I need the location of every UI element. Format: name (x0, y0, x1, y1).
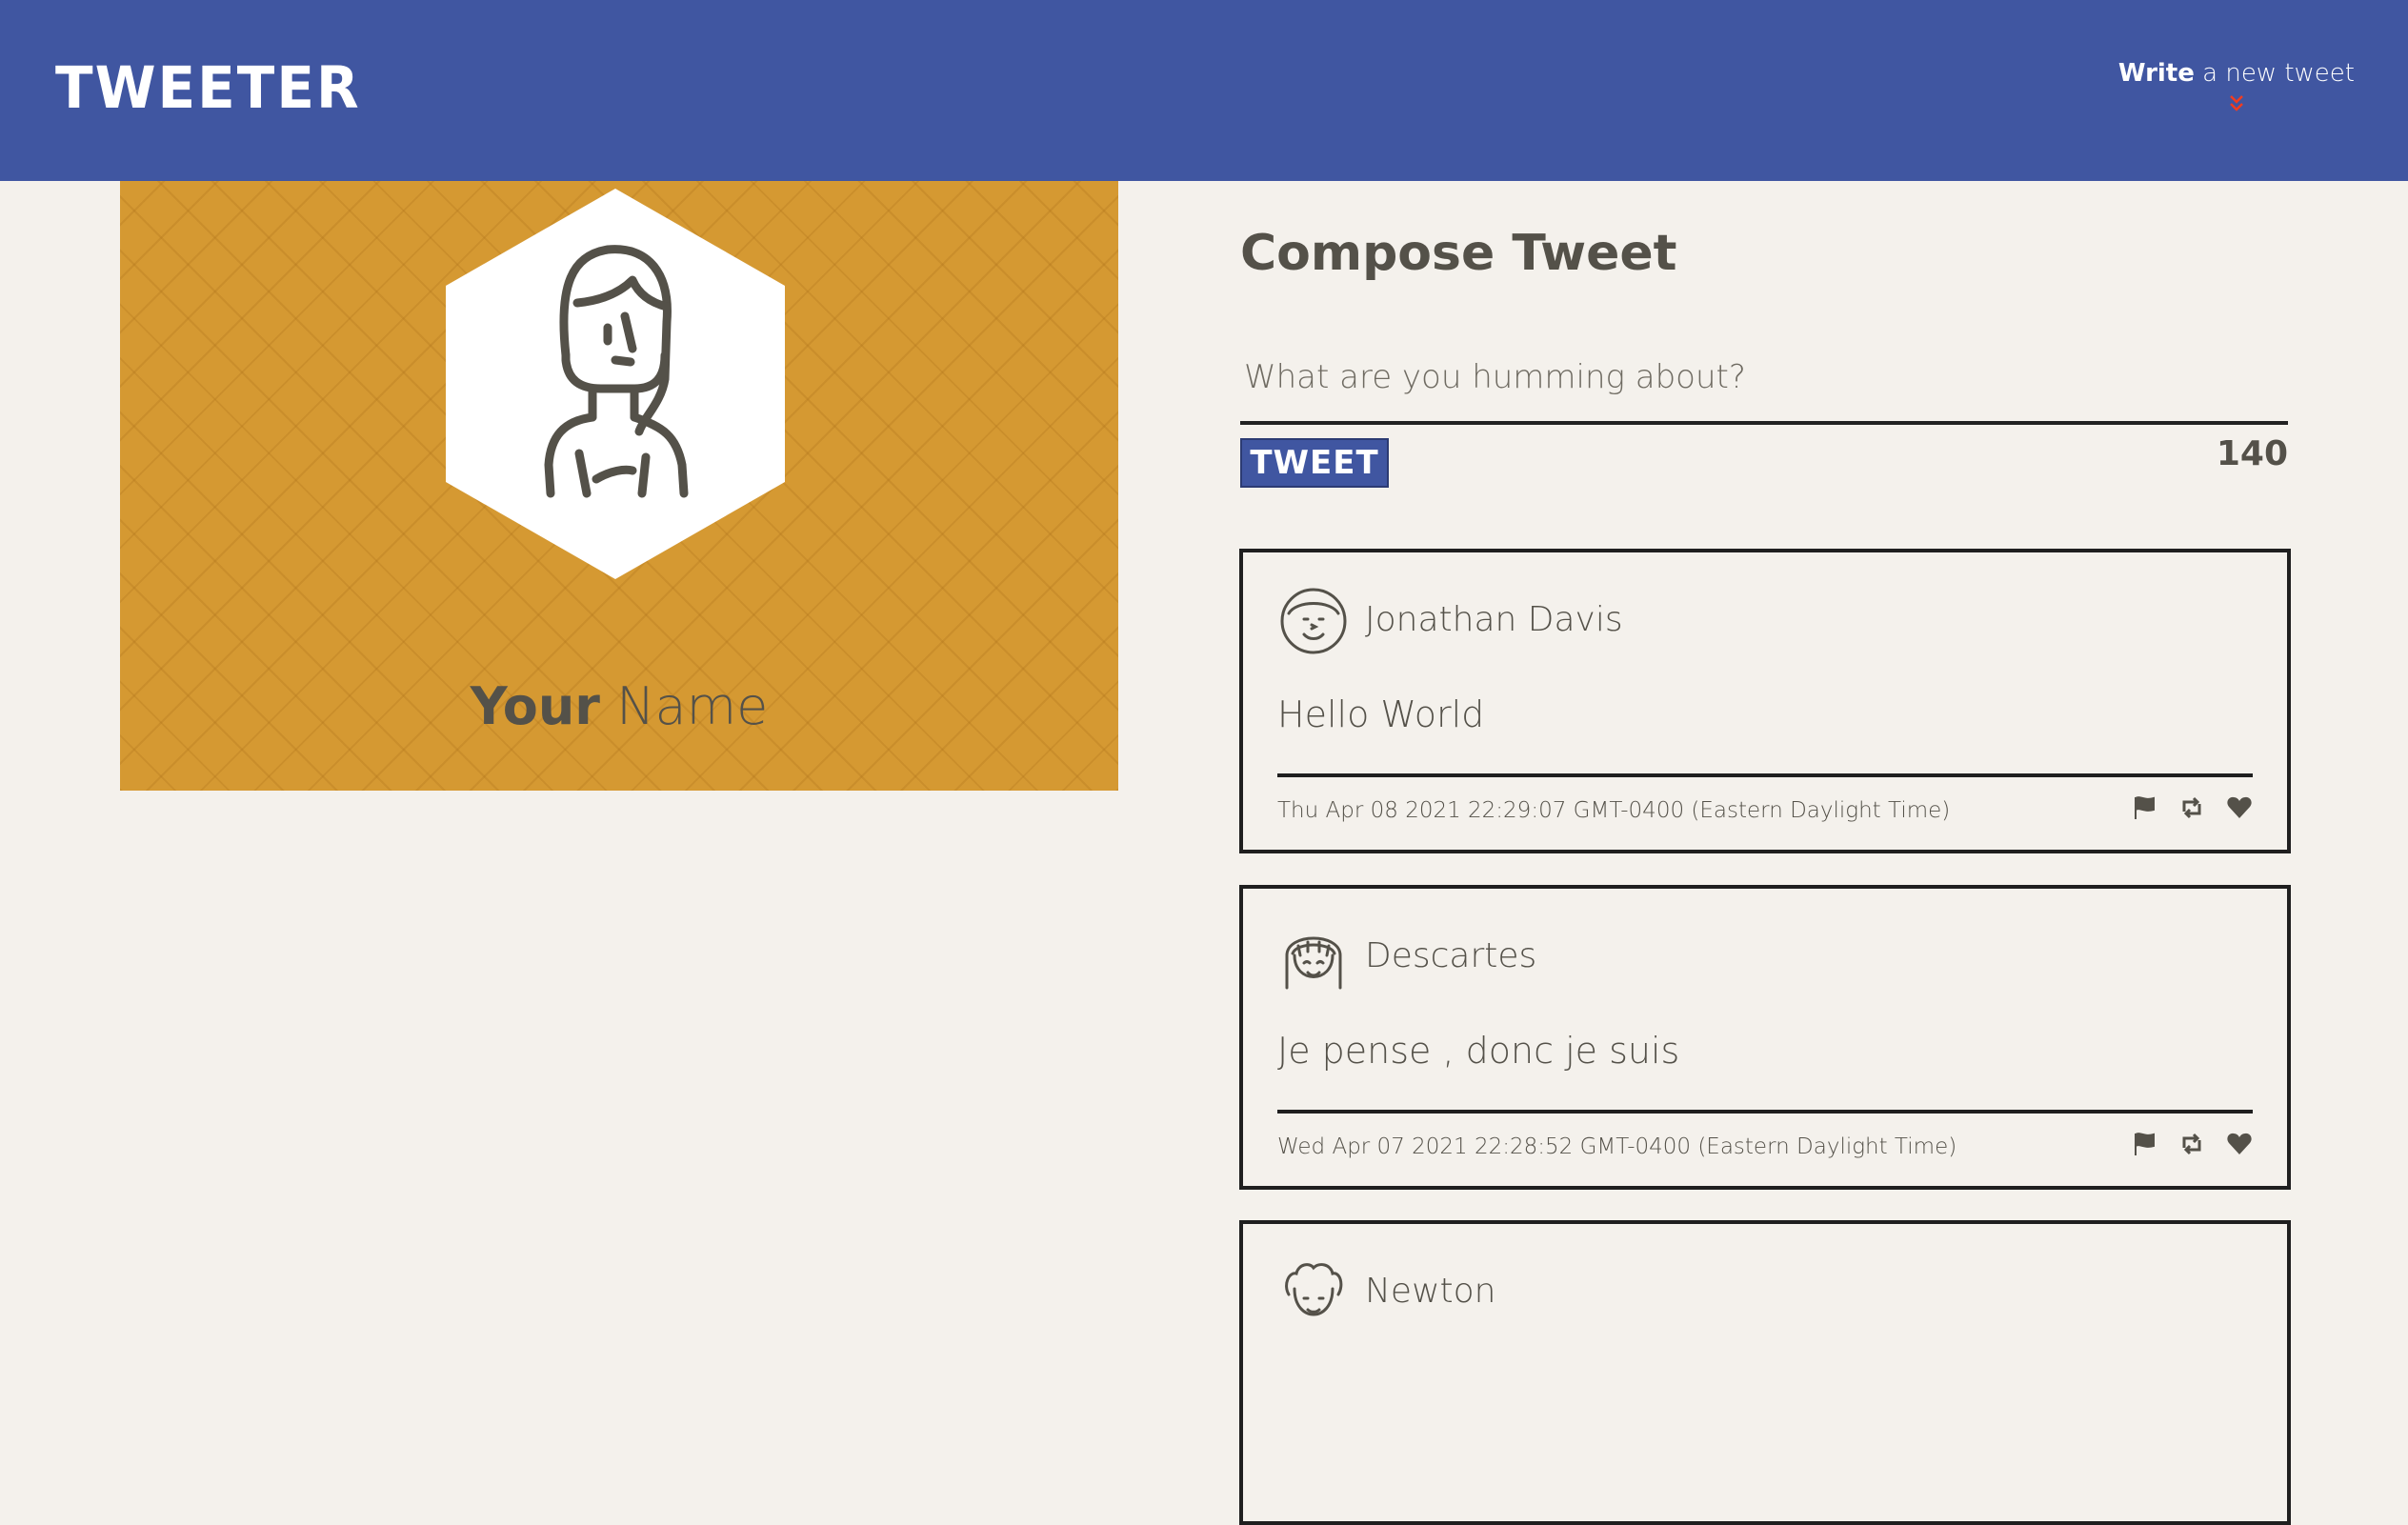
heart-icon[interactable] (2226, 1131, 2253, 1157)
retweet-icon[interactable] (2178, 1131, 2205, 1157)
flag-icon[interactable] (2131, 1131, 2157, 1157)
tweet-input[interactable] (1240, 333, 2288, 425)
tweet-divider (1277, 773, 2253, 777)
heart-icon[interactable] (2226, 794, 2253, 821)
curly-hair-avatar-icon (1277, 1256, 1350, 1329)
top-nav: TWEETER Write a new tweet (0, 0, 2408, 181)
tweet-divider (1277, 1110, 2253, 1114)
tweet-date: Wed Apr 07 2021 22:28:52 GMT-0400 (Easte… (1277, 1134, 1957, 1159)
char-counter: 140 (2216, 434, 2288, 473)
double-chevron-down-icon[interactable] (2228, 93, 2245, 114)
girl-bangs-avatar-icon (1277, 921, 1350, 993)
profile-name: Your Name (120, 676, 1118, 736)
brand-logo[interactable]: TWEETER (55, 53, 361, 121)
tweet-submit-button[interactable]: TWEET (1240, 438, 1389, 488)
retweet-icon[interactable] (2178, 794, 2205, 821)
girl-avatar-icon (444, 189, 787, 579)
profile-card: Your Name (120, 181, 1118, 791)
tweet-card: Newton (1239, 1220, 2291, 1525)
profile-first-name: Your (470, 676, 600, 736)
write-new-tweet-button[interactable]: Write a new tweet (2117, 59, 2355, 111)
write-label-bold: Write (2117, 59, 2195, 88)
tweet-author: Jonathan Davis (1365, 600, 1623, 639)
tweet-author: Descartes (1365, 936, 1537, 975)
tweet-card: Descartes Je pense , donc je suis Wed Ap… (1239, 885, 2291, 1190)
tweet-card: Jonathan Davis Hello World Thu Apr 08 20… (1239, 549, 2291, 853)
flag-icon[interactable] (2131, 794, 2157, 821)
tweet-actions (2131, 1131, 2253, 1157)
compose-title: Compose Tweet (1240, 225, 1677, 282)
tweet-content: Hello World (1277, 693, 1485, 735)
smiling-man-avatar-icon (1277, 585, 1350, 657)
profile-last-name: Name (599, 676, 769, 736)
tweet-content: Je pense , donc je suis (1277, 1030, 1680, 1072)
tweet-actions (2131, 794, 2253, 821)
tweet-author: Newton (1365, 1272, 1496, 1311)
tweet-date: Thu Apr 08 2021 22:29:07 GMT-0400 (Easte… (1277, 798, 1951, 823)
write-label-rest: a new tweet (2194, 59, 2355, 88)
